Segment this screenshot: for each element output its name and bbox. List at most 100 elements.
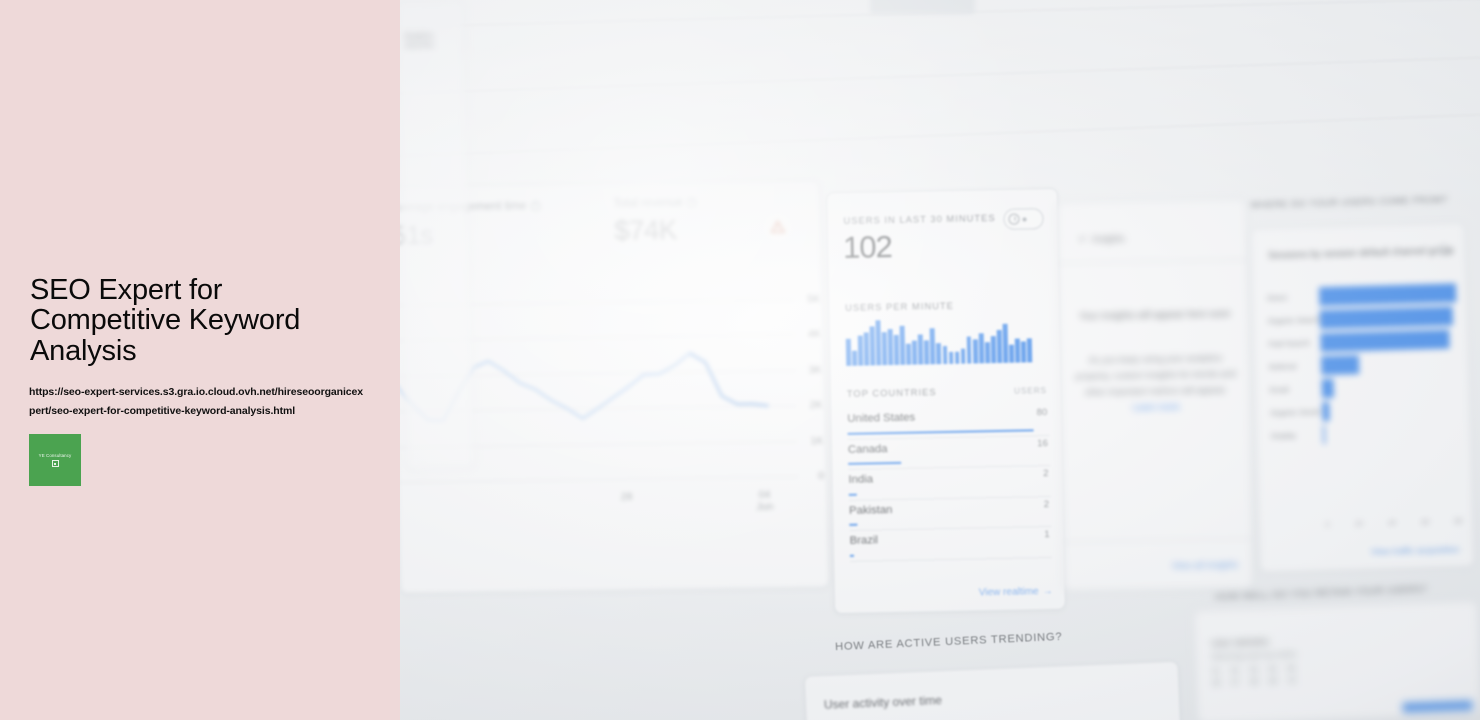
country-name: India [848, 473, 874, 486]
insights-body: As you keep using your analytics propert… [1075, 352, 1237, 413]
channel-bar-label: Paid Search [1268, 338, 1310, 349]
top-countries-label: TOP COUNTRIES [846, 387, 937, 399]
country-row[interactable]: Canada 16 [847, 435, 1051, 470]
insights-headline: Your insights will appear here soon [1078, 308, 1231, 323]
country-bar [848, 493, 857, 496]
x-axis-tick: 20 [1354, 519, 1363, 529]
channel-bar-label: Organic Social [1270, 407, 1320, 418]
top-countries-list: United States 80 Canada 16 India 2 Pakistan 2 Br… [847, 405, 1053, 562]
users-per-minute-bar [948, 351, 954, 364]
channel-group-title: Sessions by session default channel grou… [1267, 245, 1454, 262]
users-per-minute-bar [852, 350, 858, 366]
users-per-minute-label: USERS PER MINUTE [845, 300, 955, 313]
users-per-minute-bar [996, 329, 1002, 364]
channel-group-card: WHERE DO YOUR USERS COME FROM? Sessions … [1250, 194, 1475, 573]
right-edge-title: Realtime overview [404, 30, 434, 50]
table-cell: 01 [1212, 668, 1221, 676]
country-bar [849, 523, 858, 526]
y-axis-tick: 3K [808, 363, 822, 376]
user-retention-card: User retention Returning users by cohort… [1193, 600, 1480, 720]
channel-bar-label: Organic Search [1267, 315, 1320, 326]
country-row[interactable]: India 2 [848, 466, 1051, 501]
x-axis-tick: 0 [1325, 519, 1330, 530]
top-countries-header: TOP COUNTRIES USERS [847, 385, 1047, 399]
page-url[interactable]: https://seo-expert-services.s3.gra.io.cl… [29, 383, 369, 421]
users-per-minute-bar [875, 320, 882, 366]
x-axis-tick: 60 [1421, 517, 1430, 527]
country-row[interactable]: Pakistan 2 [848, 496, 1052, 531]
channel-group-bars: Direct Organic Search Paid Search Referral E… [1267, 281, 1462, 513]
help-icon[interactable]: ? [686, 197, 697, 208]
brand-mark-icon [51, 460, 59, 467]
brand-logo-text: YE Consultancy [38, 453, 72, 458]
x-axis-tick: 80 [1454, 516, 1463, 526]
users-per-minute-bar [960, 348, 966, 364]
table-cell: 02 [1230, 667, 1239, 675]
total-revenue-value: $74K [613, 214, 677, 246]
users-per-minute-bar [918, 334, 924, 365]
y-axis-tick: 4K [807, 328, 821, 341]
table-cell: 05 [1287, 665, 1296, 673]
brand-logo[interactable]: YE Consultancy [29, 434, 81, 486]
country-bar [848, 461, 901, 465]
users-per-minute-bar [887, 329, 894, 366]
users-per-minute-bar [990, 336, 996, 364]
country-users-value: 2 [1043, 498, 1050, 510]
help-icon[interactable]: ? [530, 201, 541, 212]
channel-bar [1322, 401, 1330, 422]
view-realtime-link[interactable]: View realtime → [979, 586, 1053, 598]
country-name: Canada [847, 442, 888, 456]
insights-card: ✦ Insights Your insights will appear here… [1056, 198, 1254, 592]
user-retention-title: User retention [1211, 636, 1270, 649]
arrow-right-icon: → [1042, 585, 1053, 598]
country-users-value: 16 [1037, 437, 1048, 449]
realtime-clock-toggle[interactable] [1003, 208, 1044, 230]
users-per-minute-bar [869, 326, 876, 366]
users-per-minute-bar [899, 325, 906, 365]
users-per-minute-bar [906, 343, 912, 365]
active-users-trending-heading: HOW ARE ACTIVE USERS TRENDING? [834, 630, 1063, 654]
country-name: United States [847, 411, 916, 425]
country-users-value: 1 [1044, 529, 1050, 541]
users-per-minute-bar [912, 340, 918, 365]
user-retention-table: 01 02 03 04 05 06 07 08 09 10 [1212, 659, 1468, 687]
country-users-value: 80 [1036, 407, 1048, 419]
country-row[interactable]: United States 80 [847, 405, 1050, 440]
right-edge-card: Realtime overview [400, 0, 476, 471]
users-per-minute-bar [924, 340, 930, 365]
y-axis-tick: 2K [809, 399, 823, 412]
country-bar [847, 428, 1034, 435]
channel-bar-label: Email [1269, 385, 1289, 395]
view-all-insights-link[interactable]: View all insights [1171, 559, 1238, 571]
users-column-label: USERS [1014, 386, 1047, 396]
country-bar [849, 554, 854, 557]
users-per-minute-bar [1020, 341, 1027, 363]
view-traffic-acquisition-link[interactable]: View traffic acquisition [1370, 544, 1459, 556]
table-cell: 03 [1249, 666, 1258, 675]
users-per-minute-bar [1026, 338, 1033, 363]
channel-bar [1318, 283, 1457, 307]
table-cell: 06 [1212, 680, 1221, 688]
users-per-minute-bar [978, 333, 984, 364]
total-revenue-label: Total revenue? [614, 197, 697, 210]
insights-learn-more-link[interactable]: Learn more [1133, 402, 1180, 413]
dot-icon [1022, 216, 1027, 221]
users-per-minute-bar [972, 339, 978, 364]
y-axis-tick: 0 [818, 469, 825, 482]
photo-band [400, 109, 1480, 159]
divider [1058, 259, 1247, 264]
table-cell: 10 [1287, 677, 1296, 685]
traffic-section-heading: WHERE DO YOUR USERS COME FROM? [1250, 193, 1448, 211]
user-activity-card: User activity over time [803, 660, 1182, 720]
country-row[interactable]: Brazil 1 [849, 526, 1053, 562]
table-cell: 09 [1268, 678, 1277, 686]
clock-icon [1008, 213, 1020, 225]
top-window-strip [870, 0, 975, 14]
dashboard-photo-backdrop: Average engagement time? 51s Total reven… [400, 0, 1480, 720]
warning-triangle-icon[interactable] [763, 213, 792, 241]
realtime-card: USERS IN LAST 30 MINUTES 102 USERS PER M… [825, 187, 1067, 615]
table-cell: 04 [1268, 666, 1277, 674]
y-axis-tick: 1K [810, 434, 824, 447]
page-title: SEO Expert for Competitive Keyword Analy… [30, 274, 301, 367]
users-per-minute-bar [857, 335, 864, 366]
